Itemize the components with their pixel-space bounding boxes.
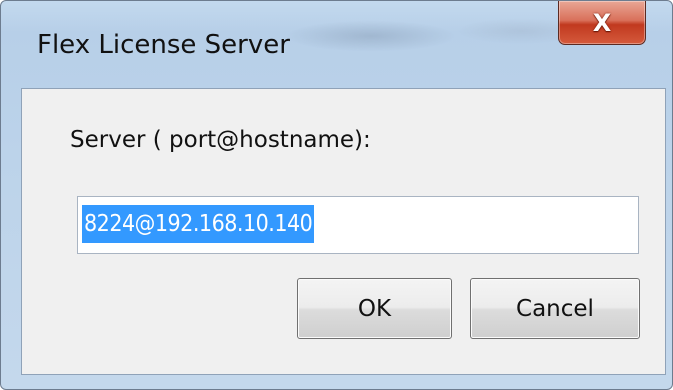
title-bar[interactable]: Flex License Server X [1,1,672,87]
dialog-window: Flex License Server X Server ( port@host… [0,0,673,390]
close-icon: X [592,8,612,37]
server-input[interactable]: 8224@192.168.10.140 [77,196,639,254]
window-title: Flex License Server [37,30,290,60]
dialog-body: Server ( port@hostname): 8224@192.168.10… [21,88,666,375]
close-button[interactable]: X [558,1,646,45]
server-input-value[interactable]: 8224@192.168.10.140 [82,205,315,243]
server-label: Server ( port@hostname): [70,127,371,153]
cancel-button[interactable]: Cancel [470,278,640,339]
ok-button[interactable]: OK [297,278,452,339]
